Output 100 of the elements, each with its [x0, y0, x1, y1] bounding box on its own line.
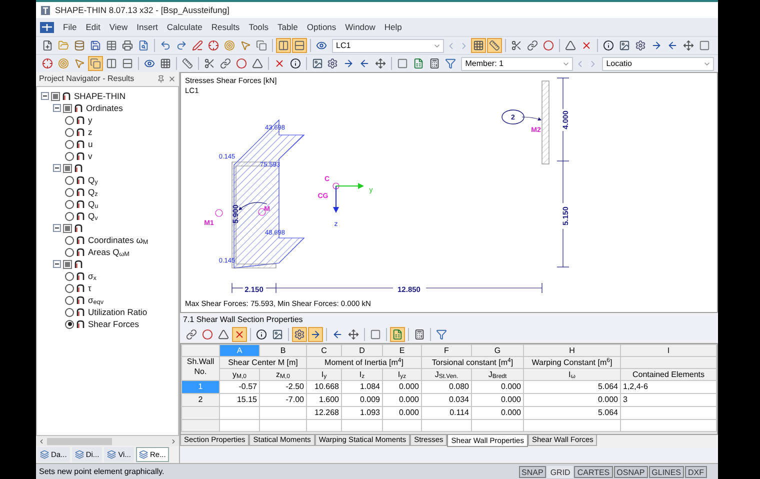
triangle-button[interactable] [250, 56, 265, 71]
radio-button[interactable] [65, 248, 74, 256]
link-button[interactable] [184, 327, 199, 342]
info-button[interactable] [254, 327, 269, 342]
app-menu-icon[interactable] [40, 22, 54, 32]
checkbox[interactable] [51, 92, 60, 100]
collapse-icon[interactable] [53, 224, 61, 232]
radio-button[interactable] [65, 188, 74, 196]
ruler-button[interactable] [487, 38, 502, 53]
column-header[interactable]: H [524, 344, 620, 356]
menu-item[interactable]: Calculate [166, 20, 202, 34]
filter-button[interactable] [434, 327, 449, 342]
move-button[interactable] [681, 38, 696, 53]
status-toggle[interactable]: SNAP [518, 466, 546, 478]
status-toggle[interactable]: GRID [547, 466, 574, 478]
circle-button[interactable] [200, 327, 215, 342]
pen-button[interactable] [190, 38, 205, 53]
checkbox[interactable] [63, 224, 72, 232]
radio-button[interactable] [65, 272, 74, 280]
spreadsheet-button[interactable] [390, 327, 405, 342]
status-toggle[interactable]: CARTES [574, 466, 613, 478]
tree-item-label[interactable]: σ$_{x}$ [88, 270, 96, 282]
close-icon[interactable] [168, 75, 176, 83]
menu-item[interactable]: Help [384, 20, 402, 34]
pin-icon[interactable] [157, 75, 165, 83]
link-button[interactable] [218, 56, 233, 71]
database-button[interactable] [72, 38, 87, 53]
square-button[interactable] [697, 38, 712, 53]
checkbox[interactable] [63, 104, 72, 112]
info-button[interactable] [288, 56, 303, 71]
crosshair-button[interactable] [40, 56, 55, 71]
radio-button[interactable] [65, 176, 74, 184]
menu-item[interactable]: View [109, 20, 128, 34]
dropdown-field[interactable]: Locatio [602, 56, 714, 70]
triangle-button[interactable] [216, 327, 231, 342]
menu-item[interactable]: Results [211, 20, 240, 34]
row-header[interactable]: 2 [182, 394, 220, 406]
square-button[interactable] [368, 327, 383, 342]
tree-item-label[interactable]: τ [88, 282, 92, 294]
column-header[interactable]: D [342, 344, 382, 356]
dropdown-field[interactable]: LC1 [332, 38, 444, 52]
tree-item-label[interactable]: σ$_{eqv}$ [88, 294, 104, 306]
circle-button[interactable] [234, 56, 249, 71]
image-button[interactable] [270, 327, 285, 342]
tree-item-label[interactable]: Q$_{y}$ [88, 174, 98, 186]
radio-button[interactable] [65, 296, 74, 304]
radio-button[interactable] [65, 212, 74, 220]
menu-item[interactable]: Table [278, 20, 298, 34]
radio-button[interactable] [65, 200, 74, 208]
column-header[interactable]: G [472, 344, 524, 356]
column-header[interactable]: B [260, 344, 306, 356]
tree-item-label[interactable]: y [88, 114, 92, 126]
triangle-button[interactable] [563, 38, 578, 53]
tree-item-label[interactable]: Shear Forces [88, 318, 140, 330]
checkbox[interactable] [63, 260, 72, 268]
rows-button[interactable] [292, 38, 307, 53]
print-button[interactable] [120, 38, 135, 53]
menu-item[interactable]: File [63, 20, 77, 34]
horizontal-scrollbar[interactable] [36, 436, 179, 446]
radio-button[interactable] [65, 128, 74, 136]
radio-button[interactable] [65, 116, 74, 124]
collapse-icon[interactable] [53, 260, 61, 268]
radio-button[interactable] [65, 140, 74, 148]
column-header[interactable]: E [382, 344, 422, 356]
status-toggle[interactable]: GLINES [648, 466, 684, 478]
radio-button[interactable] [65, 320, 74, 328]
collapse-icon[interactable] [41, 92, 49, 100]
columns-button[interactable] [276, 38, 291, 53]
link-button[interactable] [525, 38, 540, 53]
menu-item[interactable]: Window [345, 20, 376, 34]
info-button[interactable] [601, 38, 616, 53]
grid-button[interactable] [471, 38, 486, 53]
move-button[interactable] [373, 56, 388, 71]
menu-item[interactable]: Edit [86, 20, 100, 34]
tree-item-label[interactable]: z [88, 126, 92, 138]
radio-button[interactable] [65, 284, 74, 292]
tree-item-label[interactable]: Areas Q$_{ωM}$ [88, 246, 130, 258]
column-header[interactable]: F [422, 344, 472, 356]
tree-item-label[interactable]: Coordinates ω$_{M}$ [88, 234, 148, 246]
status-toggle[interactable]: DXF [685, 466, 707, 478]
tree-item-label[interactable]: v [88, 150, 92, 162]
ruler-button[interactable] [180, 56, 195, 71]
menu-item[interactable]: Tools [248, 20, 269, 34]
circle-button[interactable] [541, 38, 556, 53]
collapse-icon[interactable] [53, 164, 61, 172]
radio-button[interactable] [65, 236, 74, 244]
table-button[interactable] [104, 38, 119, 53]
gear-button[interactable] [292, 327, 307, 342]
column-header[interactable]: I [620, 344, 716, 356]
collapse-icon[interactable] [53, 104, 61, 112]
tree-item-label[interactable]: Q$_{v}$ [88, 210, 98, 222]
tree-item-label[interactable]: SHAPE-THIN [74, 90, 126, 102]
tree-item-label[interactable]: u [88, 138, 93, 150]
checkbox[interactable] [63, 164, 72, 172]
copy-button[interactable] [88, 56, 103, 71]
tree-item-label[interactable]: Q$_{z}$ [88, 186, 98, 198]
image-button[interactable] [617, 38, 632, 53]
save-button[interactable] [88, 38, 103, 53]
arrow-button[interactable] [308, 327, 323, 342]
column-header[interactable]: C [306, 344, 342, 356]
